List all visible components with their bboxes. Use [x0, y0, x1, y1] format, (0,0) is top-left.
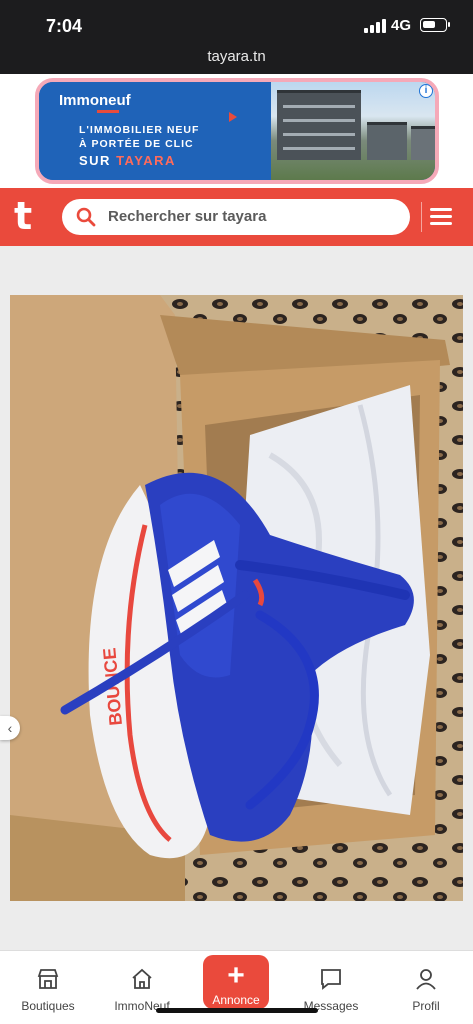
ad-building-photo	[271, 82, 435, 180]
header-divider	[421, 202, 422, 232]
ad-banner[interactable]: Immoneuf L'IMMOBILIER NEUF À PORTÉE DE C…	[35, 78, 439, 184]
ad-text-panel: Immoneuf L'IMMOBILIER NEUF À PORTÉE DE C…	[39, 82, 271, 180]
nav-item-messages[interactable]: Messages	[291, 951, 371, 1013]
nav-label-profil: Profil	[412, 999, 440, 1013]
home-icon	[132, 968, 152, 989]
product-photo[interactable]: BOUNCE	[10, 295, 463, 901]
menu-icon[interactable]	[430, 208, 452, 226]
ad-line-1: L'IMMOBILIER NEUF	[79, 124, 200, 136]
add-annonce-button[interactable]: + Annonce	[203, 955, 269, 1009]
ad-area: Immoneuf L'IMMOBILIER NEUF À PORTÉE DE C…	[0, 74, 473, 188]
status-time: 7:04	[46, 16, 83, 36]
search-icon	[76, 207, 96, 227]
message-icon	[321, 969, 341, 990]
ad-brand-underline	[97, 110, 119, 113]
nav-item-profil[interactable]: Profil	[386, 951, 466, 1013]
ad-building	[277, 90, 361, 160]
ad-arrow-icon	[229, 112, 237, 122]
plus-icon: +	[227, 959, 245, 992]
ad-building	[411, 126, 435, 160]
network-label: 4G	[391, 17, 412, 34]
battery-icon	[420, 18, 450, 32]
nav-item-immoneuf[interactable]: ImmoNeuf	[102, 951, 182, 1013]
ad-line-3: SUR TAYARA	[79, 153, 176, 168]
search-input[interactable]: Rechercher sur tayara	[62, 199, 410, 235]
nav-label-boutiques: Boutiques	[21, 999, 75, 1013]
ad-building	[367, 122, 407, 160]
user-icon	[416, 969, 436, 990]
nav-label-annonce: Annonce	[212, 993, 260, 1007]
ad-line-3-prefix: SUR	[79, 153, 117, 168]
url-label[interactable]: tayara.tn	[0, 48, 473, 65]
home-indicator	[156, 1008, 318, 1013]
signal-icon	[364, 19, 386, 33]
search-placeholder: Rechercher sur tayara	[108, 208, 267, 225]
product-photo-illustration: BOUNCE	[10, 295, 463, 901]
shop-icon	[37, 969, 59, 989]
ad-info-icon[interactable]: i	[419, 84, 433, 98]
battery-fill	[423, 21, 435, 28]
status-bar: 7:04 4G tayara.tn	[0, 0, 473, 74]
ad-line-2: À PORTÉE DE CLIC	[79, 138, 194, 150]
app-header: t Rechercher sur tayara	[0, 188, 473, 246]
ad-line-3-highlight: TAYARA	[116, 153, 176, 168]
nav-item-boutiques[interactable]: Boutiques	[8, 951, 88, 1013]
tayara-logo[interactable]: t	[14, 196, 32, 236]
ad-brand: Immoneuf	[59, 92, 131, 109]
